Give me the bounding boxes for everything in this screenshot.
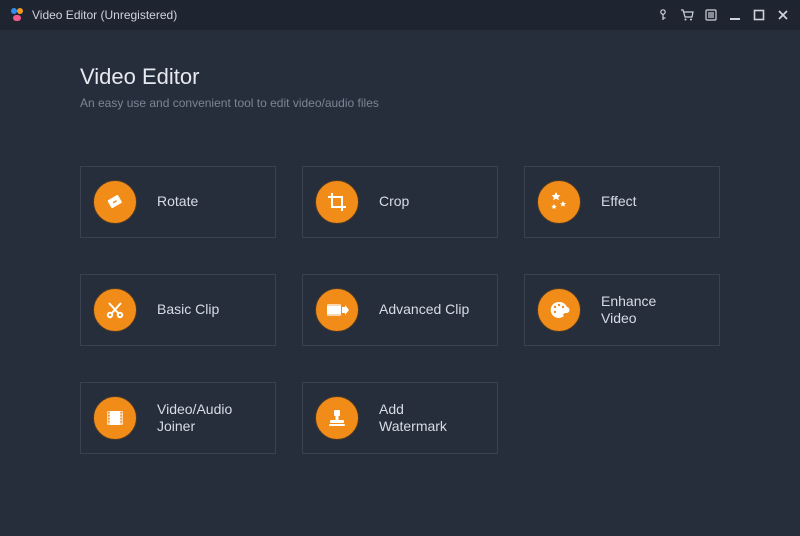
scissors-icon	[93, 288, 137, 332]
app-logo-icon	[8, 6, 26, 24]
rotate-card[interactable]: Rotate	[80, 166, 276, 238]
minimize-button[interactable]	[724, 4, 746, 26]
close-button[interactable]	[772, 4, 794, 26]
effect-card[interactable]: Effect	[524, 166, 720, 238]
menu-icon[interactable]	[700, 4, 722, 26]
page-subtitle: An easy use and convenient tool to edit …	[80, 96, 720, 110]
film-arrow-icon	[315, 288, 359, 332]
joiner-card[interactable]: Video/AudioJoiner	[80, 382, 276, 454]
key-icon[interactable]	[652, 4, 674, 26]
advanced-clip-card[interactable]: Advanced Clip	[302, 274, 498, 346]
crop-card[interactable]: Crop	[302, 166, 498, 238]
enhance-video-card[interactable]: EnhanceVideo	[524, 274, 720, 346]
basic-clip-card[interactable]: Basic Clip	[80, 274, 276, 346]
palette-icon	[537, 288, 581, 332]
effect-icon	[537, 180, 581, 224]
joiner-label: Video/AudioJoiner	[157, 401, 232, 436]
watermark-label: AddWatermark	[379, 401, 447, 436]
titlebar: Video Editor (Unregistered)	[0, 0, 800, 30]
effect-label: Effect	[601, 193, 637, 211]
crop-icon	[315, 180, 359, 224]
film-icon	[93, 396, 137, 440]
advanced-clip-label: Advanced Clip	[379, 301, 469, 319]
maximize-button[interactable]	[748, 4, 770, 26]
rotate-label: Rotate	[157, 193, 198, 211]
tools-grid: Rotate Crop Effect	[80, 166, 720, 454]
content-area: Video Editor An easy use and convenient …	[0, 30, 800, 454]
cart-icon[interactable]	[676, 4, 698, 26]
window-title: Video Editor (Unregistered)	[32, 8, 177, 22]
stamp-icon	[315, 396, 359, 440]
rotate-icon	[93, 180, 137, 224]
basic-clip-label: Basic Clip	[157, 301, 219, 319]
watermark-card[interactable]: AddWatermark	[302, 382, 498, 454]
crop-label: Crop	[379, 193, 409, 211]
page-title: Video Editor	[80, 64, 720, 90]
enhance-video-label: EnhanceVideo	[601, 293, 656, 328]
